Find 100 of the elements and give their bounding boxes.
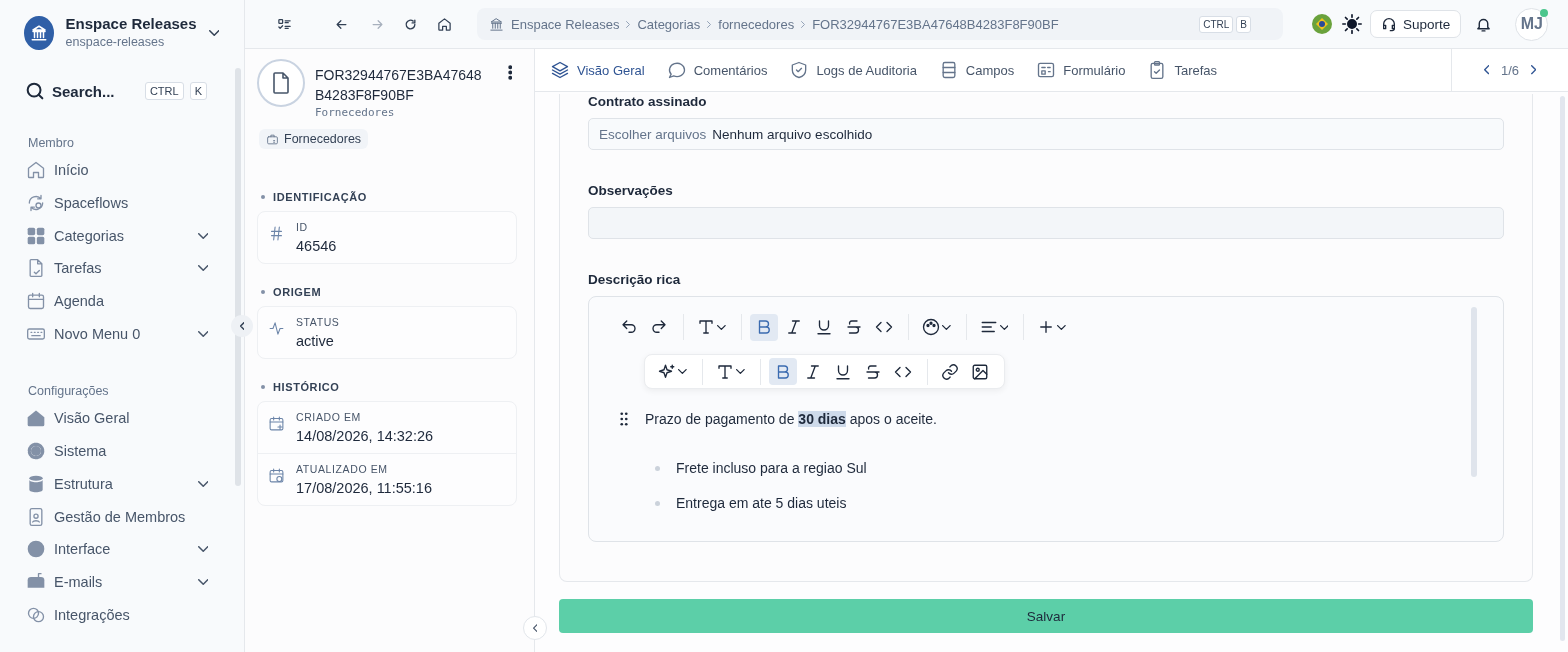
chevron-down-icon	[197, 330, 208, 337]
tab[interactable]: Formulário	[1036, 48, 1126, 92]
file-input[interactable]: Escolher arquivos Nenhum arquivo escolhido	[588, 118, 1504, 150]
field-value: 14/08/2026, 14:32:26	[296, 427, 434, 444]
field-label: Contrato assinado	[588, 94, 708, 109]
text-type-icon	[715, 362, 734, 381]
caret-icon	[941, 324, 951, 330]
underline-icon	[833, 362, 852, 381]
save-button[interactable]: Salvar	[559, 599, 1533, 633]
chevron-left-icon	[1483, 65, 1489, 75]
chevron-down-icon	[197, 578, 208, 585]
sidebar-item[interactable]: Sistema	[24, 434, 208, 468]
paragraph: Prazo de pagamento de 30 dias apos o aceite.	[645, 411, 937, 427]
sidebar-item[interactable]: Spaceflows	[24, 186, 208, 220]
sidebar-item[interactable]: Agenda	[24, 284, 208, 318]
field-value: 46546	[296, 237, 337, 254]
sidebar-item[interactable]: Integrações	[24, 598, 208, 631]
field-label: Descrição rica	[588, 272, 682, 287]
redo-icon	[650, 318, 668, 336]
search-link[interactable]: Search...	[52, 82, 139, 100]
section-heading: HISTÓRICO	[273, 380, 340, 393]
checklist-button[interactable]	[277, 16, 292, 32]
refresh-button[interactable]	[404, 17, 417, 31]
image-icon	[970, 362, 989, 381]
list-item: Entrega em ate 5 dias uteis	[676, 495, 847, 511]
headset-icon	[1381, 16, 1397, 32]
bank-icon	[29, 24, 48, 42]
pulse-icon	[268, 319, 285, 337]
refresh-icon	[404, 17, 417, 31]
collapse-button[interactable]	[231, 315, 253, 337]
link-icon	[940, 362, 959, 381]
breadcrumb-link[interactable]: Categorias	[637, 16, 701, 32]
sidebar-item[interactable]: Tarefas	[24, 252, 208, 285]
sidebar-item[interactable]: Visão Geral	[24, 402, 208, 435]
section-heading: IDENTIFICAÇÃO	[273, 190, 367, 203]
caret-icon	[999, 324, 1009, 330]
field-label: ID	[296, 219, 309, 234]
chevron-right-icon	[1531, 65, 1537, 75]
workspace-logo[interactable]	[24, 16, 54, 50]
tab[interactable]: Visão Geral	[550, 48, 645, 92]
flag-icon[interactable]	[1312, 14, 1332, 34]
shortcut-key: CTRL	[1199, 15, 1234, 33]
palette-icon	[921, 318, 940, 336]
sidebar-item[interactable]: Interface	[24, 532, 208, 566]
form-icon	[1036, 60, 1057, 80]
tab[interactable]: Tarefas	[1147, 48, 1218, 92]
briefcase-icon	[266, 132, 279, 146]
rich-text-editor[interactable]: Prazo de pagamento de 30 dias apos o aceite. Frete incluso para a regiao Sul Entrega em ate 5 dias uteis	[588, 296, 1504, 542]
user-avatar[interactable]: MJ	[1515, 7, 1549, 41]
field-label: ATUALIZADO EM	[296, 461, 389, 476]
breadcrumb-link[interactable]: FOR32944767E3BA47648B4283F8F90BF	[812, 16, 1059, 32]
bank-icon	[489, 16, 504, 32]
chevron-right-icon	[801, 20, 806, 28]
support-button[interactable]: Suporte	[1370, 10, 1462, 38]
grid-icon	[26, 225, 46, 246]
scrollbar[interactable]	[1560, 96, 1565, 641]
caret-icon	[735, 369, 745, 374]
caret-icon	[1057, 324, 1066, 330]
caret-icon	[678, 369, 687, 374]
field-value: 17/08/2026, 11:55:16	[296, 479, 432, 496]
chevron-right-icon	[626, 20, 631, 28]
sidebar-item[interactable]: Estrutura	[24, 467, 208, 501]
next-button[interactable]	[1531, 65, 1537, 75]
house-solid-icon	[26, 408, 46, 429]
sidebar-item[interactable]: Novo Menu 0	[24, 317, 208, 351]
sidebar-item[interactable]: Início	[24, 154, 208, 187]
shortcut-key: CTRL	[144, 82, 184, 100]
sidebar-item[interactable]: E-mails	[24, 565, 208, 599]
more-button[interactable]	[507, 65, 512, 80]
text-type-icon	[697, 318, 715, 336]
bold-button[interactable]	[749, 313, 778, 341]
chevron-down-icon	[197, 232, 208, 239]
text-input[interactable]	[588, 207, 1504, 239]
chevron-down-icon	[208, 30, 219, 36]
layers-icon	[550, 60, 570, 80]
tab[interactable]: Comentários	[666, 48, 768, 92]
breadcrumb-link[interactable]: fornecedores	[718, 16, 795, 32]
scrollbar[interactable]	[235, 68, 241, 486]
previous-button[interactable]	[1483, 65, 1489, 75]
chevron-down-icon	[197, 546, 208, 553]
bold-button[interactable]	[768, 358, 797, 385]
undo-icon	[620, 318, 638, 336]
sidebar-item[interactable]: Categorias	[24, 219, 208, 253]
record-title: FOR32944767E3BA47648 B4283F8F90BF	[315, 66, 483, 105]
tab[interactable]: Campos	[938, 48, 1015, 92]
section-heading: ORIGEM	[273, 285, 322, 298]
list-item: Frete incluso para a regiao Sul	[676, 460, 867, 476]
calendar-clock-icon	[268, 466, 285, 484]
sidebar-item[interactable]: Gestão de Membros	[24, 500, 208, 533]
database-icon	[26, 473, 46, 494]
workspace-name: Enspace Releases	[65, 15, 197, 33]
scrollbar[interactable]	[1471, 307, 1477, 477]
more-icon	[507, 65, 512, 80]
house-icon	[26, 160, 46, 181]
field-label: Observações	[588, 183, 674, 198]
home-button[interactable]	[437, 16, 452, 32]
theme-icon[interactable]	[1342, 14, 1362, 34]
breadcrumb-link[interactable]: Enspace Releases	[511, 16, 620, 32]
chevron-right-icon	[707, 20, 712, 28]
tab[interactable]: Logs de Auditoria	[789, 48, 917, 92]
